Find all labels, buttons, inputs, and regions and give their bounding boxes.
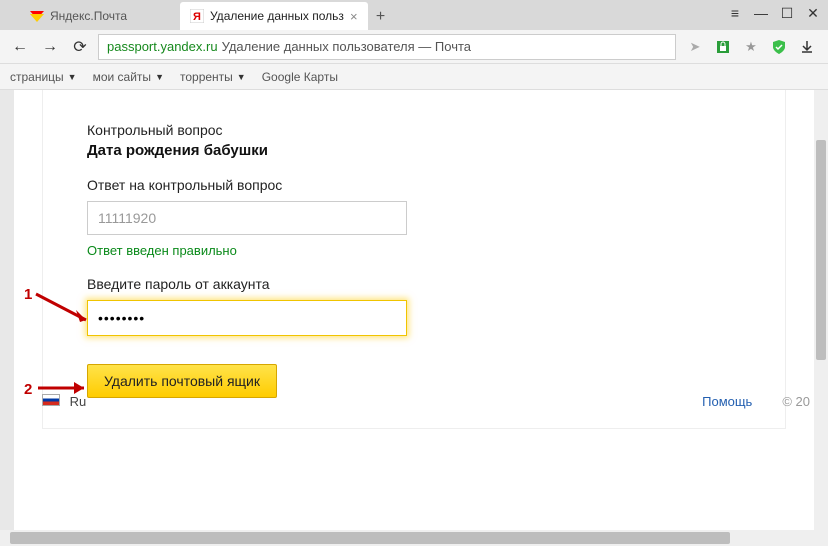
horizontal-scrollbar-thumb[interactable] [10,532,730,544]
yandex-icon: Я [190,9,204,23]
svg-text:Я: Я [193,11,201,23]
language-switch[interactable]: Ru [42,394,86,409]
tab-label: Удаление данных польз [210,9,344,23]
tab-label: Яндекс.Почта [50,9,127,23]
copyright: © 20 [782,394,810,409]
bookmark-google-maps[interactable]: Google Карты [262,70,338,84]
menu-icon[interactable]: ≡ [726,4,744,22]
horizontal-scrollbar[interactable] [0,530,828,546]
tab-active[interactable]: Я Удаление данных польз × [180,2,368,30]
chevron-down-icon: ▼ [68,72,77,82]
flag-ru-icon [42,394,60,406]
password-label: Введите пароль от аккаунта [87,276,741,292]
minimize-icon[interactable]: — [752,4,770,22]
chevron-down-icon: ▼ [155,72,164,82]
answer-input[interactable] [87,201,407,235]
forward-button[interactable]: → [38,35,62,59]
password-input[interactable] [87,300,407,336]
reload-button[interactable]: ⟳ [68,35,92,59]
new-tab-button[interactable]: + [368,4,394,30]
star-icon[interactable]: ★ [742,38,760,56]
annotation-number-1: 1 [24,286,32,303]
send-icon[interactable]: ➤ [686,38,704,56]
vertical-scrollbar[interactable] [814,90,828,530]
security-question-title: Контрольный вопрос [87,122,741,138]
address-bar[interactable]: passport.yandex.ru Удаление данных польз… [98,34,676,60]
help-link[interactable]: Помощь [702,394,752,409]
bookmark-pages[interactable]: страницы▼ [10,70,77,84]
shield-icon[interactable] [770,38,788,56]
yandex-mail-icon [30,9,44,23]
language-label: Ru [70,394,87,409]
delete-mailbox-button[interactable]: Удалить почтовый ящик [87,364,277,398]
answer-label: Ответ на контрольный вопрос [87,177,741,193]
tab-inactive[interactable]: Яндекс.Почта [20,2,180,30]
bookmark-torrents[interactable]: торренты▼ [180,70,246,84]
page-viewport: Контрольный вопрос Дата рождения бабушки… [14,90,814,530]
annotation-number-2: 2 [24,381,32,398]
close-window-icon[interactable]: ✕ [804,4,822,22]
bookmark-my-sites[interactable]: мои сайты▼ [93,70,164,84]
vertical-scrollbar-thumb[interactable] [816,140,826,360]
back-button[interactable]: ← [8,35,32,59]
close-icon[interactable]: × [350,9,358,24]
download-icon[interactable] [798,38,816,56]
url-title: Удаление данных пользователя — Почта [222,39,471,54]
lock-icon[interactable] [714,38,732,56]
security-question-text: Дата рождения бабушки [87,142,741,159]
maximize-icon[interactable]: ☐ [778,4,796,22]
chevron-down-icon: ▼ [237,72,246,82]
content-card: Контрольный вопрос Дата рождения бабушки… [42,90,786,429]
answer-status-ok: Ответ введен правильно [87,243,741,258]
url-host: passport.yandex.ru [107,39,218,54]
